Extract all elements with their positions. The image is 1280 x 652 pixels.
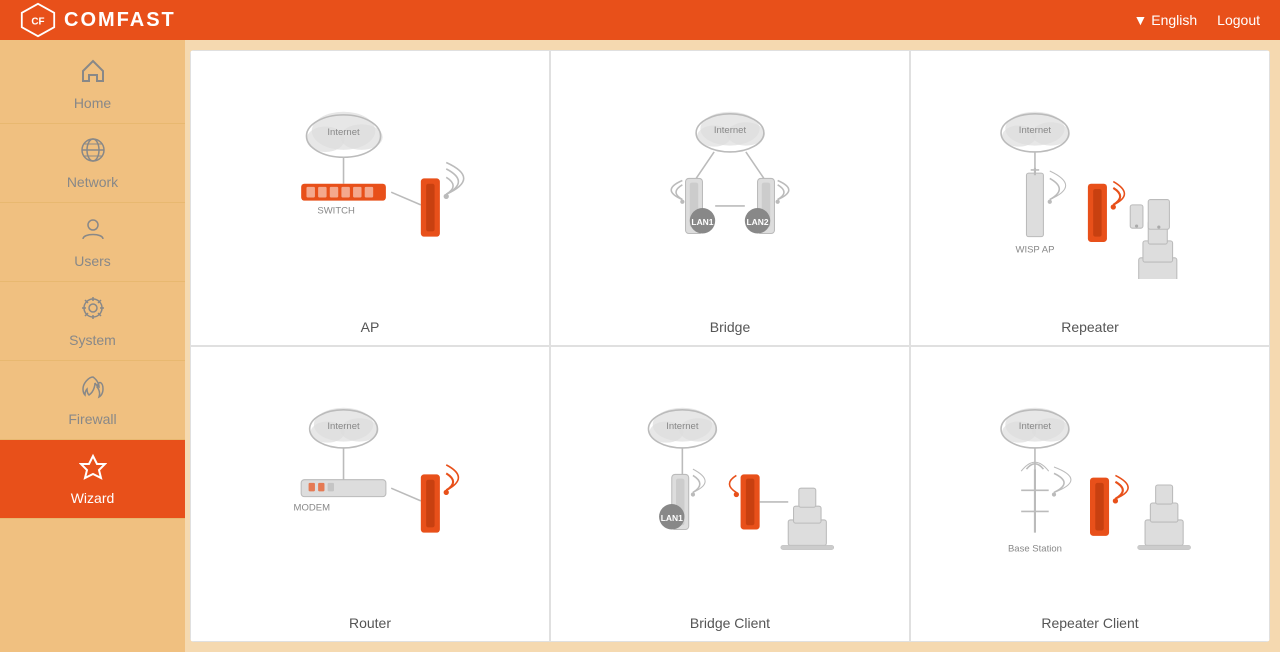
mode-bridge-client[interactable]: Internet LAN1	[550, 346, 910, 642]
svg-text:Internet: Internet	[1019, 124, 1052, 135]
network-icon	[79, 136, 107, 170]
sidebar: Home Network Users	[0, 40, 185, 652]
svg-text:Internet: Internet	[327, 127, 360, 138]
svg-text:Internet: Internet	[327, 420, 360, 431]
sidebar-item-home[interactable]: Home	[0, 45, 185, 124]
ap-label: AP	[361, 311, 380, 335]
svg-text:SWITCH: SWITCH	[317, 205, 355, 216]
sidebar-item-network[interactable]: Network	[0, 124, 185, 203]
users-icon	[79, 215, 107, 249]
router-label: Router	[349, 607, 391, 631]
system-icon	[79, 294, 107, 328]
mode-repeater[interactable]: Internet WISP AP	[910, 50, 1270, 346]
mode-repeater-client[interactable]: Internet Base Station	[910, 346, 1270, 642]
svg-text:Base Station: Base Station	[1008, 543, 1062, 554]
sidebar-item-users[interactable]: Users	[0, 203, 185, 282]
svg-text:MODEM: MODEM	[294, 502, 331, 513]
ap-diagram: Internet SWITCH	[201, 66, 539, 311]
content-grid: Internet SWITCH	[190, 50, 1270, 642]
header: CF COMFAST ▼ English Logout	[0, 0, 1280, 40]
logout-button[interactable]: Logout	[1217, 12, 1260, 28]
sidebar-item-users-label: Users	[74, 253, 111, 269]
svg-text:WISP AP: WISP AP	[1015, 244, 1054, 255]
sidebar-item-firewall-label: Firewall	[68, 411, 116, 427]
sidebar-item-wizard[interactable]: Wizard	[0, 440, 185, 519]
logo-text: COMFAST	[64, 9, 176, 32]
logo: CF COMFAST	[20, 2, 176, 38]
repeater-label: Repeater	[1061, 311, 1119, 335]
svg-text:LAN1: LAN1	[691, 217, 713, 227]
sidebar-item-system[interactable]: System	[0, 282, 185, 361]
bridge-label: Bridge	[710, 311, 750, 335]
sidebar-item-wizard-label: Wizard	[71, 490, 115, 506]
mode-router[interactable]: Internet MODEM	[190, 346, 550, 642]
firewall-icon	[79, 373, 107, 407]
mode-ap[interactable]: Internet SWITCH	[190, 50, 550, 346]
bridge-client-diagram: Internet LAN1	[561, 362, 899, 607]
sidebar-item-network-label: Network	[67, 174, 118, 190]
logo-icon: CF	[20, 2, 56, 38]
svg-text:Internet: Internet	[1019, 420, 1052, 431]
router-diagram: Internet MODEM	[201, 362, 539, 607]
repeater-diagram: Internet WISP AP	[921, 66, 1259, 311]
svg-text:Internet: Internet	[714, 124, 747, 135]
header-right: ▼ English Logout	[1134, 12, 1261, 28]
main-layout: Home Network Users	[0, 40, 1280, 652]
svg-text:Internet: Internet	[666, 420, 699, 431]
bridge-diagram: Internet LAN1	[561, 66, 899, 311]
svg-text:LAN2: LAN2	[746, 217, 768, 227]
sidebar-item-home-label: Home	[74, 95, 111, 111]
mode-bridge[interactable]: Internet LAN1	[550, 50, 910, 346]
wizard-icon	[79, 452, 107, 486]
repeater-client-label: Repeater Client	[1041, 607, 1138, 631]
sidebar-item-system-label: System	[69, 332, 116, 348]
lang-selector[interactable]: ▼ English	[1134, 12, 1198, 28]
home-icon	[79, 57, 107, 91]
repeater-client-diagram: Internet Base Station	[921, 362, 1259, 607]
bridge-client-label: Bridge Client	[690, 607, 770, 631]
svg-text:LAN1: LAN1	[661, 513, 683, 523]
svg-text:CF: CF	[31, 17, 44, 28]
sidebar-item-firewall[interactable]: Firewall	[0, 361, 185, 440]
